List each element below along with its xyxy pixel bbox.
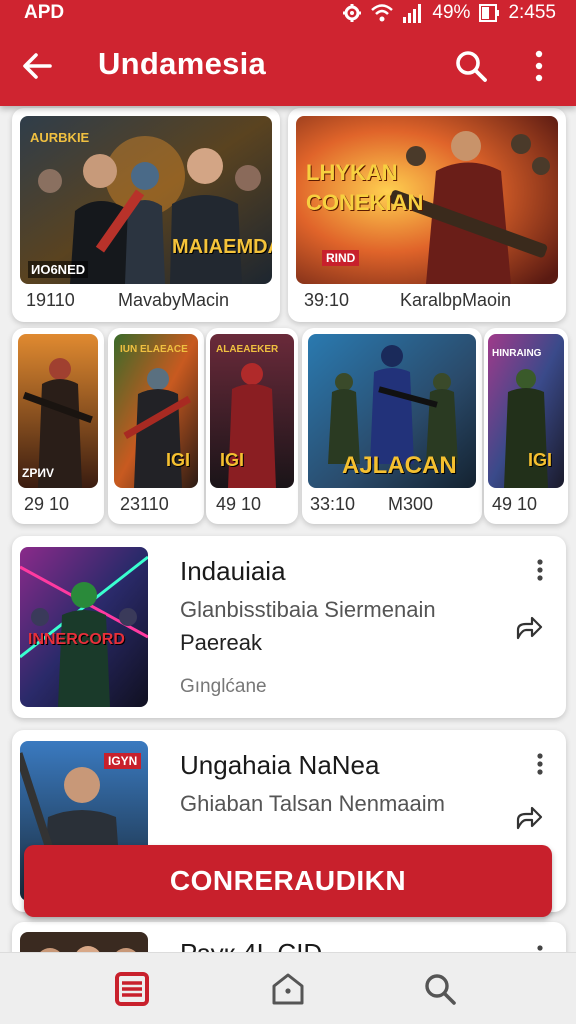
item-subtitle: Ghiaban Talsan Nenmaaim [180, 791, 445, 816]
back-arrow-icon[interactable] [20, 49, 54, 83]
item-subtitle: Glanbisstibaia Siermenain [180, 597, 436, 622]
poster-top-text: AURBKIE [30, 130, 90, 145]
status-icons: 49% 2:455 [342, 2, 556, 24]
duration-label: 49 10 [216, 494, 262, 514]
search-icon[interactable] [422, 971, 458, 1007]
poster-badge: RIND [322, 250, 360, 266]
carrier-label: APD [24, 2, 65, 23]
primary-action-button[interactable]: CONRERAUDIKN [24, 845, 552, 917]
poster-badge: IGYN [104, 753, 142, 769]
channel-label: M300 [388, 494, 434, 514]
wifi-icon [371, 4, 394, 22]
duration-label: 39:10 [304, 290, 350, 310]
battery-percent: 49% [432, 2, 471, 23]
video-card[interactable]: HINRAING IGI 49 10 [484, 328, 568, 524]
poster-top-text: ALAEAEKER [216, 344, 279, 355]
video-card[interactable]: IUN ELAEACE IGI 23110 [108, 328, 204, 524]
status-bar: APD 49% 2:455 [0, 0, 576, 30]
page-title: Undamesia [98, 46, 267, 81]
featured-card[interactable]: LHYKAN CONEKIAN RIND 39:10 KaralbpMaoin [288, 108, 566, 322]
more-vert-icon[interactable] [526, 48, 552, 84]
poster-text: IGI [220, 450, 245, 470]
search-icon[interactable] [454, 49, 488, 83]
channel-label: MavabyMacin [118, 290, 230, 310]
channel-label: KaralbpMaoin [400, 290, 512, 310]
video-thumbnail: ALAEAEKER IGI [210, 334, 294, 488]
item-subtitle-2: Paereak [180, 630, 262, 655]
item-title: Indauiaia [180, 556, 286, 586]
duration-label: 49 10 [492, 494, 538, 514]
duration-label: 33:10 [310, 494, 356, 514]
list-icon[interactable] [114, 971, 150, 1007]
poster-text: ZPИV [22, 466, 54, 480]
more-vert-icon[interactable] [534, 558, 546, 582]
list-item[interactable]: INNERCORD Indauiaia Glanbisstibaia Sierm… [12, 536, 566, 718]
duration-label: 19110 [26, 290, 75, 310]
poster-text: IGI [528, 450, 553, 470]
video-thumbnail: ZPИV [18, 334, 98, 488]
featured-thumbnail: LHYKAN CONEKIAN RIND [296, 116, 558, 284]
video-thumbnail: AJLACAN [308, 334, 476, 488]
poster-main-text: LHYKAN CONEKIAN [306, 160, 424, 215]
poster-main-text: MAIAEMDAS [172, 236, 272, 258]
video-card[interactable]: AJLACAN 33:10 M300 [302, 328, 482, 524]
poster-top-text: IUN ELAEACE [120, 344, 188, 355]
duration-label: 23110 [120, 494, 169, 514]
video-thumbnail: IUN ELAEACE IGI [114, 334, 198, 488]
poster-text: INNERCORD [28, 631, 125, 648]
item-title: Ungahaia NaNea [180, 750, 380, 780]
poster-top-text: HINRAING [492, 348, 542, 359]
duration-label: 29 10 [24, 494, 70, 514]
more-vert-icon[interactable] [534, 752, 546, 776]
app-bar: APD 49% 2:455 Undamesia [0, 0, 576, 106]
signal-icon [403, 4, 422, 23]
featured-card[interactable]: AURBKIE MAIAEMDAS ИO6NED 19110 MavabyMac… [12, 108, 280, 322]
clock: 2:455 [508, 2, 556, 23]
video-card[interactable]: ALAEAEKER IGI 49 10 [206, 328, 298, 524]
poster-badge: ИO6NED [28, 261, 89, 278]
poster-image [20, 547, 148, 707]
poster-text: AJLACAN [342, 452, 457, 479]
item-meta: Gınglćane [180, 676, 267, 697]
battery-icon [479, 4, 500, 22]
list-thumbnail: INNERCORD [20, 547, 148, 707]
share-icon[interactable] [514, 612, 544, 642]
video-thumbnail: HINRAING IGI [488, 334, 564, 488]
poster-image [18, 334, 98, 488]
featured-thumbnail: AURBKIE MAIAEMDAS ИO6NED [20, 116, 272, 284]
settings-icon [343, 4, 362, 22]
poster-text: IGI [166, 450, 191, 470]
bottom-navigation [0, 952, 576, 1024]
home-icon[interactable] [270, 971, 306, 1007]
share-icon[interactable] [514, 802, 544, 832]
video-card[interactable]: ZPИV 29 10 [12, 328, 104, 524]
